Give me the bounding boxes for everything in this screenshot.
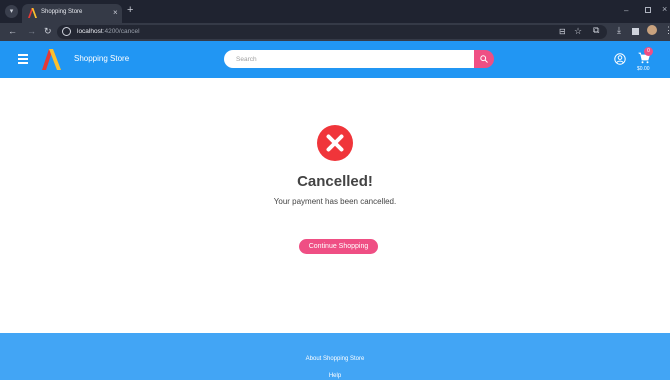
- minimize-icon[interactable]: –: [624, 6, 628, 15]
- cart-count-badge: 0: [644, 47, 653, 56]
- url-host: localhost: [77, 28, 103, 35]
- reload-icon[interactable]: ↻: [44, 26, 52, 37]
- browser-toolbar: ← → ↻ localhost:4200/cancel ⊟ ☆: [0, 23, 670, 41]
- footer-link-about[interactable]: About Shopping Store: [0, 356, 670, 362]
- footer-link-help[interactable]: Help: [0, 373, 670, 379]
- menu-dots-icon[interactable]: ⋮: [664, 25, 670, 36]
- continue-shopping-button[interactable]: Continue Shopping: [299, 239, 378, 254]
- search-button[interactable]: [474, 50, 494, 68]
- window-close-icon[interactable]: ×: [662, 4, 667, 14]
- status-message: Your payment has been cancelled.: [273, 197, 397, 206]
- brand-name[interactable]: Shopping Store: [74, 54, 129, 63]
- logo-icon[interactable]: [42, 49, 61, 70]
- search-input[interactable]: [224, 50, 474, 68]
- app-header: Shopping Store 0 $0.00: [0, 41, 670, 78]
- browser-tab-strip: ▾ Shopping Store × + – ×: [0, 0, 670, 23]
- page-title: Cancelled!: [297, 173, 373, 190]
- forward-arrow-icon[interactable]: →: [27, 26, 36, 36]
- tab-title: Shopping Store: [41, 9, 83, 15]
- favicon-icon: [28, 8, 37, 18]
- back-arrow-icon[interactable]: ←: [8, 26, 17, 36]
- search-icon: [480, 55, 488, 63]
- tab-search-icon[interactable]: ▾: [5, 5, 18, 18]
- cart-total: $0.00: [637, 66, 650, 72]
- url-text[interactable]: localhost:4200/cancel: [77, 28, 140, 35]
- cancel-x-icon: [317, 125, 353, 161]
- download-icon[interactable]: ⤓: [617, 25, 621, 36]
- new-tab-button[interactable]: +: [127, 4, 133, 16]
- menu-icon[interactable]: [18, 54, 28, 64]
- page-footer: About Shopping Store Help: [0, 333, 670, 380]
- site-info-icon[interactable]: [62, 27, 71, 36]
- url-path: :4200/cancel: [102, 28, 140, 35]
- side-panel-icon[interactable]: [632, 28, 639, 35]
- tab-close-icon[interactable]: ×: [113, 8, 118, 17]
- extensions-icon[interactable]: ⧉: [593, 25, 599, 36]
- account-icon[interactable]: [614, 53, 626, 65]
- browser-tab[interactable]: Shopping Store ×: [22, 4, 122, 23]
- star-icon[interactable]: ☆: [574, 26, 582, 37]
- profile-icon[interactable]: [647, 25, 657, 35]
- address-bar[interactable]: localhost:4200/cancel ⊟ ☆: [57, 25, 607, 39]
- app-window: ▾ Shopping Store × + – × ← → ↻ localhost…: [0, 0, 670, 380]
- maximize-icon[interactable]: [645, 7, 651, 13]
- install-icon[interactable]: ⊟: [559, 27, 566, 36]
